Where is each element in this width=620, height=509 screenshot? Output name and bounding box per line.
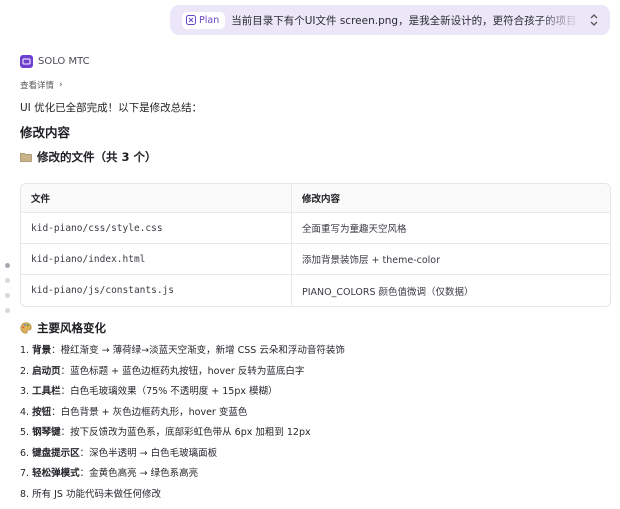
- table-header-file: 文件: [21, 184, 292, 213]
- item-number: 1.: [20, 345, 29, 356]
- style-heading: 主要风格变化: [20, 320, 106, 336]
- item-number: 4.: [20, 407, 29, 418]
- change-cell: 添加背景装饰层 + theme-color: [292, 244, 610, 275]
- item-text: ：白色背景 + 灰色边框药丸形，hover 变蓝色: [51, 407, 247, 418]
- list-item: 7. 轻松弹模式：金黄色高亮 → 绿色系高亮: [20, 468, 345, 489]
- item-text: ：白色毛玻璃效果（75% 不透明度 + 15px 模糊）: [61, 386, 278, 397]
- item-text: 所有 JS 功能代码未做任何修改: [32, 489, 161, 500]
- palette-icon: [20, 322, 32, 334]
- list-item: 1. 背景：橙红渐变 → 薄荷绿→淡蓝天空渐变，新增 CSS 云朵和浮动音符装饰: [20, 345, 345, 366]
- table-row: kid-piano/css/style.css 全面重写为童趣天空风格: [21, 213, 610, 244]
- agent-header: SOLO MTC: [20, 55, 90, 68]
- user-prompt-bubble[interactable]: Plan 当前目录下有个UI文件 screen.png，是我全新设计的，更符合孩…: [170, 5, 610, 35]
- plan-label: Plan: [199, 15, 219, 26]
- item-key: 钢琴键: [32, 427, 61, 438]
- chevron-right-icon: ›: [59, 80, 63, 90]
- plan-icon: [186, 15, 196, 25]
- item-key: 启动页: [32, 366, 61, 377]
- item-number: 3.: [20, 386, 29, 397]
- item-text: ：按下反馈改为蓝色系，底部彩虹色带从 6px 加粗到 12px: [61, 427, 311, 438]
- item-number: 2.: [20, 366, 29, 377]
- table-row: kid-piano/js/constants.js PIANO_COLORS 颜…: [21, 275, 610, 306]
- agent-logo-icon: [20, 55, 33, 68]
- list-item: 4. 按钮：白色背景 + 灰色边框药丸形，hover 变蓝色: [20, 407, 345, 428]
- item-number: 7.: [20, 468, 29, 479]
- item-number: 8.: [20, 489, 29, 500]
- file-path-cell: kid-piano/css/style.css: [21, 213, 292, 244]
- files-table: 文件 修改内容 kid-piano/css/style.css 全面重写为童趣天…: [20, 183, 611, 307]
- change-cell: PIANO_COLORS 颜色值微调（仅数据）: [292, 275, 610, 306]
- item-key: 背景: [32, 345, 51, 356]
- style-heading-text: 主要风格变化: [37, 320, 106, 336]
- change-cell: 全面重写为童趣天空风格: [292, 213, 610, 244]
- table-header-change: 修改内容: [292, 184, 610, 213]
- scroll-indicator[interactable]: [5, 263, 10, 313]
- item-key: 轻松弹模式: [32, 468, 80, 479]
- scroll-dot[interactable]: [5, 263, 10, 268]
- files-heading-text: 修改的文件（共 3 个）: [37, 149, 157, 165]
- files-heading: 修改的文件（共 3 个）: [20, 149, 157, 165]
- table-row: kid-piano/index.html 添加背景装饰层 + theme-col…: [21, 244, 610, 275]
- list-item: 2. 启动页：蓝色标题 + 蓝色边框药丸按钮，hover 反转为蓝底白字: [20, 366, 345, 387]
- list-item: 3. 工具栏：白色毛玻璃效果（75% 不透明度 + 15px 模糊）: [20, 386, 345, 407]
- item-text: ：橙红渐变 → 薄荷绿→淡蓝天空渐变，新增 CSS 云朵和浮动音符装饰: [51, 345, 345, 356]
- file-path-cell: kid-piano/index.html: [21, 244, 292, 275]
- item-number: 5.: [20, 427, 29, 438]
- scroll-dot[interactable]: [5, 278, 10, 283]
- agent-name: SOLO MTC: [38, 56, 90, 67]
- folder-icon: [20, 152, 32, 162]
- scroll-dot[interactable]: [5, 293, 10, 298]
- item-key: 键盘提示区: [32, 448, 80, 459]
- summary-text: UI 优化已全部完成！以下是修改总结：: [20, 100, 202, 115]
- item-number: 6.: [20, 448, 29, 459]
- prompt-text: 当前目录下有个UI文件 screen.png，是我全新设计的，更符合孩子的项目，…: [231, 13, 580, 28]
- plan-badge: Plan: [182, 12, 225, 29]
- style-changes-list: 1. 背景：橙红渐变 → 薄荷绿→淡蓝天空渐变，新增 CSS 云朵和浮动音符装饰…: [20, 345, 345, 509]
- section-title: 修改内容: [20, 122, 70, 141]
- item-text: ：蓝色标题 + 蓝色边框药丸按钮，hover 反转为蓝底白字: [61, 366, 305, 377]
- chevron-updown-icon[interactable]: [588, 13, 600, 27]
- scroll-dot[interactable]: [5, 308, 10, 313]
- file-path-cell: kid-piano/js/constants.js: [21, 275, 292, 306]
- list-item: 5. 钢琴键：按下反馈改为蓝色系，底部彩虹色带从 6px 加粗到 12px: [20, 427, 345, 448]
- item-text: ：金黄色高亮 → 绿色系高亮: [80, 468, 199, 479]
- item-key: 按钮: [32, 407, 51, 418]
- table-header-row: 文件 修改内容: [21, 184, 610, 213]
- view-details-label: 查看详情: [20, 79, 54, 91]
- list-item: 8. 所有 JS 功能代码未做任何修改: [20, 489, 345, 509]
- item-key: 工具栏: [32, 386, 61, 397]
- list-item: 6. 键盘提示区：深色半透明 → 白色毛玻璃面板: [20, 448, 345, 469]
- view-details-link[interactable]: 查看详情 ›: [20, 79, 63, 91]
- item-text: ：深色半透明 → 白色毛玻璃面板: [80, 448, 218, 459]
